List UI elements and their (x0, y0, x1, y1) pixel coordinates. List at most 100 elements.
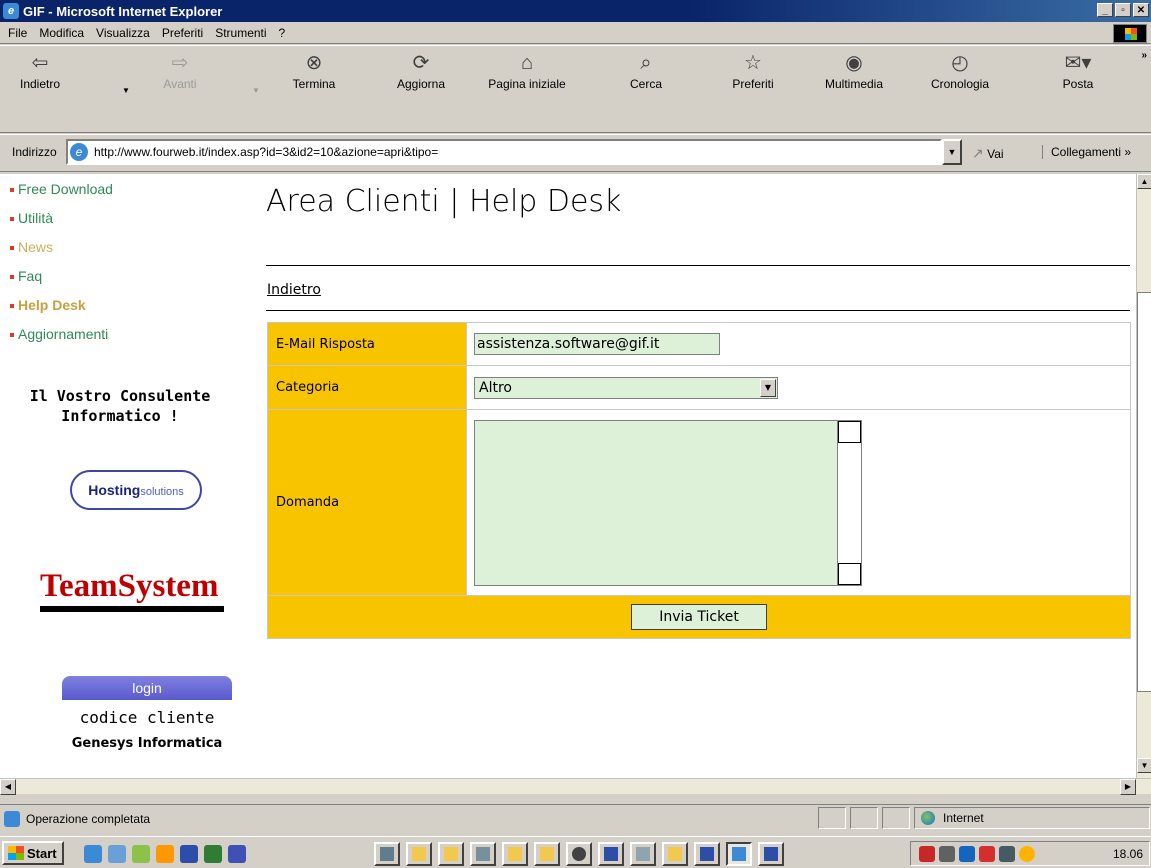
media-button[interactable]: ◉ Multimedia (814, 52, 894, 91)
question-textarea[interactable] (474, 419, 862, 586)
menu-file[interactable]: File (8, 26, 27, 40)
tray-icon[interactable] (999, 846, 1015, 862)
address-dropdown-icon[interactable]: ▼ (942, 139, 962, 165)
menu-help[interactable]: ? (279, 26, 286, 40)
mail-button[interactable]: ✉▾ Posta (1050, 52, 1106, 91)
taskbar-task[interactable] (406, 842, 432, 866)
hosting-solutions-logo[interactable]: Hostingsolutions (70, 470, 202, 510)
taskbar-task[interactable] (758, 842, 784, 866)
scroll-left-icon[interactable]: ◀ (0, 779, 16, 795)
address-input[interactable]: e http://www.fourweb.it/index.asp?id=3&i… (66, 139, 942, 165)
outlook-quicklaunch-icon[interactable] (108, 845, 126, 863)
submit-ticket-button[interactable]: Invia Ticket (631, 604, 767, 630)
back-button[interactable]: ⇦ Indietro (10, 52, 70, 91)
tray-icon[interactable] (1019, 846, 1035, 862)
email-field[interactable]: assistenza.software@gif.it (474, 333, 720, 355)
menu-modifica[interactable]: Modifica (39, 26, 84, 40)
form-row-category: Categoria Altro ▼ (268, 366, 1130, 410)
quicklaunch-icon[interactable] (132, 845, 150, 863)
category-select[interactable]: Altro ▼ (474, 376, 778, 399)
horizontal-scrollbar[interactable]: ◀ ▶ (0, 778, 1151, 795)
quicklaunch-icon[interactable] (228, 845, 246, 863)
volume-icon[interactable] (939, 846, 955, 862)
taskbar-task[interactable] (470, 842, 496, 866)
word-quicklaunch-icon[interactable] (180, 845, 198, 863)
scroll-up-box[interactable] (838, 420, 861, 443)
menu-strumenti[interactable]: Strumenti (215, 26, 266, 40)
forward-button[interactable]: ⇨ Avanti (150, 52, 210, 91)
back-link[interactable]: Indietro (267, 282, 321, 298)
page-viewport: Free Download Utilità News Faq Help Desk… (0, 174, 1136, 778)
consultant-tagline: Il Vostro Consulente Informatico ! (10, 386, 230, 426)
minimize-button[interactable]: _ (1097, 3, 1113, 17)
nav-item-aggiornamenti[interactable]: Aggiornamenti (10, 325, 230, 354)
refresh-button[interactable]: ⟳ Aggiorna (386, 52, 456, 91)
windows-taskbar: Start 18.06 (0, 836, 1151, 868)
home-button[interactable]: ⌂ Pagina iniziale (477, 52, 577, 91)
page-title: Area Clienti | Help Desk (266, 184, 622, 219)
taskbar-task[interactable] (598, 842, 624, 866)
taskbar-task[interactable] (534, 842, 560, 866)
ati-icon[interactable] (979, 846, 995, 862)
links-button[interactable]: Collegamenti » (1042, 145, 1131, 159)
address-url: http://www.fourweb.it/index.asp?id=3&id2… (94, 145, 439, 159)
back-label: Indietro (19, 77, 61, 91)
back-arrow-icon: ⇦ (31, 52, 49, 74)
ie-quicklaunch-icon[interactable] (84, 845, 102, 863)
favorites-button[interactable]: ☆ Preferiti (718, 52, 788, 91)
excel-quicklaunch-icon[interactable] (204, 845, 222, 863)
chevron-down-icon[interactable]: ▼ (760, 378, 776, 397)
vertical-scrollbar[interactable]: ▲ ▼ (1136, 174, 1151, 778)
nav-item-free-download[interactable]: Free Download (10, 180, 230, 209)
textarea-scrollbar[interactable] (837, 420, 861, 585)
status-segment (850, 807, 878, 829)
search-button[interactable]: ⌕ Cerca (616, 52, 676, 91)
scroll-down-box[interactable] (838, 562, 861, 585)
teamsystem-logo[interactable]: TeamSystem (40, 568, 224, 616)
maximize-button[interactable]: ▫ (1115, 3, 1131, 17)
nav-item-news[interactable]: News (10, 238, 230, 267)
menu-preferiti[interactable]: Preferiti (162, 26, 203, 40)
history-label: Cronologia (930, 77, 990, 91)
address-label: Indirizzo (12, 145, 57, 159)
scroll-right-icon[interactable]: ▶ (1120, 779, 1136, 795)
history-button[interactable]: ◴ Cronologia (920, 52, 1000, 91)
windows-flag-icon (8, 846, 24, 860)
window-controls: _ ▫ ✕ (1097, 3, 1149, 17)
tray-icon[interactable] (959, 846, 975, 862)
stop-button[interactable]: ⊗ Termina (282, 52, 346, 91)
forward-dropdown-icon[interactable]: ▼ (252, 86, 260, 95)
nav-item-help-desk[interactable]: Help Desk (10, 296, 230, 325)
toolbar-overflow-icon[interactable]: » (1141, 50, 1147, 61)
nav-item-utilita[interactable]: Utilità (10, 209, 230, 238)
scroll-thumb[interactable] (1137, 292, 1151, 692)
taskbar-task[interactable] (694, 842, 720, 866)
teamsystem-logo-bar (40, 606, 224, 612)
taskbar-task-active[interactable] (726, 842, 752, 866)
back-dropdown-icon[interactable]: ▼ (122, 86, 130, 95)
bullet-icon (10, 304, 14, 309)
go-button[interactable]: ↗ Vai (972, 145, 1004, 162)
window-titlebar[interactable]: e GIF - Microsoft Internet Explorer _ ▫ … (0, 0, 1151, 22)
taskbar-task[interactable] (630, 842, 656, 866)
taskbar-task[interactable] (438, 842, 464, 866)
scroll-up-icon[interactable]: ▲ (1137, 174, 1151, 189)
globe-icon (921, 811, 935, 825)
bullet-icon (10, 275, 14, 280)
clock[interactable]: 18.06 (1113, 847, 1143, 861)
taskbar-task[interactable] (662, 842, 688, 866)
nav-item-faq[interactable]: Faq (10, 267, 230, 296)
ie-app-icon: e (3, 3, 19, 19)
nav-item-label: Help Desk (18, 297, 86, 313)
scroll-down-icon[interactable]: ▼ (1137, 758, 1151, 773)
tray-icon[interactable] (919, 846, 935, 862)
taskbar-task[interactable] (566, 842, 592, 866)
close-button[interactable]: ✕ (1133, 3, 1149, 17)
menu-visualizza[interactable]: Visualizza (96, 26, 150, 40)
status-segment (818, 807, 846, 829)
media-player-quicklaunch-icon[interactable] (156, 845, 174, 863)
taskbar-task[interactable] (374, 842, 400, 866)
taskbar-task[interactable] (502, 842, 528, 866)
divider-top (266, 265, 1130, 266)
start-button[interactable]: Start (2, 841, 64, 865)
